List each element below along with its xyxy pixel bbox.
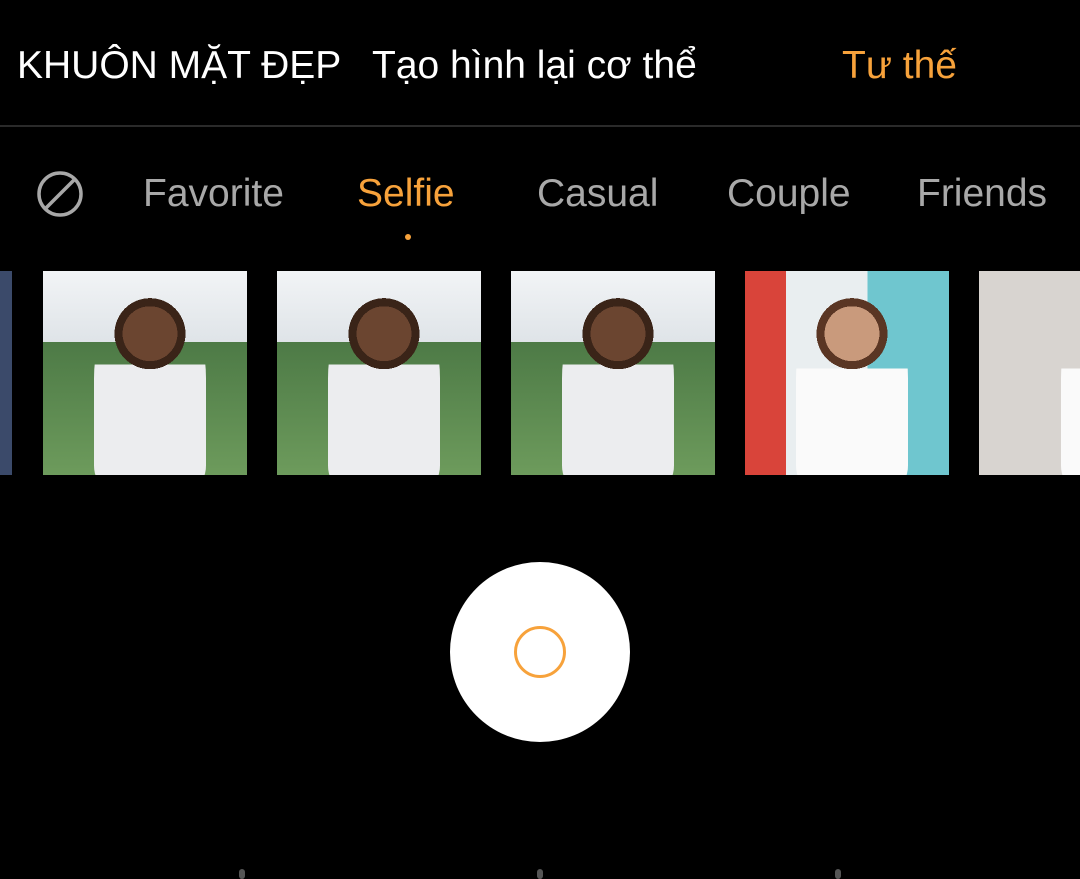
pose-thumbnail[interactable] bbox=[277, 271, 481, 475]
divider bbox=[0, 125, 1080, 127]
pose-thumbnail[interactable] bbox=[511, 271, 715, 475]
nav-dot bbox=[239, 869, 245, 879]
mode-tab-pose[interactable]: Tư thế bbox=[842, 44, 957, 88]
nav-dot bbox=[537, 869, 543, 879]
mode-tab-beauty-face[interactable]: KHUÔN MẶT ĐẸP bbox=[17, 44, 341, 88]
nav-dot bbox=[835, 869, 841, 879]
category-friends[interactable]: Friends bbox=[917, 172, 1047, 216]
pose-thumbnail[interactable] bbox=[745, 271, 949, 475]
category-selfie[interactable]: Selfie bbox=[357, 172, 455, 216]
pose-thumbnail[interactable] bbox=[0, 271, 12, 475]
shutter-ring-icon bbox=[514, 626, 566, 678]
shutter-button[interactable] bbox=[450, 562, 630, 742]
mode-tab-body-reshape[interactable]: Tạo hình lại cơ thể bbox=[372, 44, 697, 88]
category-casual[interactable]: Casual bbox=[537, 172, 658, 216]
category-couple[interactable]: Couple bbox=[727, 172, 851, 216]
pose-thumbnail[interactable] bbox=[979, 271, 1080, 475]
category-favorite[interactable]: Favorite bbox=[143, 172, 284, 216]
pose-thumbnail[interactable] bbox=[43, 271, 247, 475]
selected-indicator-dot bbox=[405, 234, 411, 240]
no-filter-icon[interactable] bbox=[36, 170, 84, 218]
